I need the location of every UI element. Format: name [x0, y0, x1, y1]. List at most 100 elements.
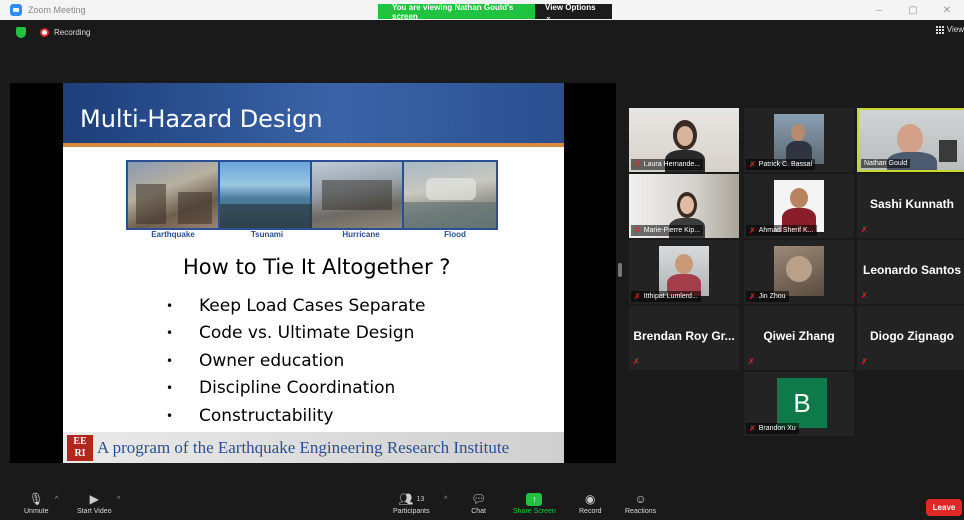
- slide-footer: EE RI A program of the Earthquake Engine…: [63, 432, 564, 463]
- photo-label: Flood: [444, 230, 466, 239]
- participant-tile[interactable]: ✗ Laura Hernande...: [629, 108, 739, 172]
- slide-header: Multi-Hazard Design: [63, 83, 564, 147]
- participant-name-tag: ✗ Brandon Xu: [746, 423, 799, 434]
- video-off-icon: ▶︎: [89, 492, 99, 506]
- participant-tile[interactable]: ✗ Ahmad Sherif K...: [744, 174, 854, 238]
- photo-label: Earthquake: [151, 230, 195, 239]
- footer-text: A program of the Earthquake Engineering …: [97, 437, 510, 457]
- bullet-item: • Owner education: [166, 350, 345, 371]
- bullet-text: Constructability: [199, 405, 334, 426]
- bullet-item: • Code vs. Ultimate Design: [166, 323, 415, 344]
- viewing-banner-text: You are viewing Nathan Gould's screen: [378, 3, 535, 21]
- chat-icon: 💬︎: [471, 492, 487, 506]
- resize-handle[interactable]: [618, 263, 622, 277]
- bullet-item: • Constructability: [166, 405, 334, 426]
- recording-dot-icon: [40, 27, 49, 37]
- participant-tile[interactable]: B ✗ Brandon Xu: [744, 372, 854, 436]
- window-title: Zoom Meeting: [28, 5, 86, 15]
- eeri-logo: EE RI: [67, 434, 93, 461]
- muted-mic-icon: ✗: [861, 291, 868, 300]
- security-shield-icon[interactable]: [16, 26, 26, 38]
- reactions-button[interactable]: ☺ Reactions: [625, 490, 656, 515]
- header-stripe: [63, 143, 564, 147]
- participants-icon: 👥︎ 13: [398, 492, 425, 506]
- view-button[interactable]: View: [935, 25, 964, 34]
- participant-name-tag: Nathan Gould: [861, 159, 911, 168]
- participant-tile[interactable]: Leonardo Santos ✗: [857, 240, 964, 304]
- bullet-text: Code vs. Ultimate Design: [199, 323, 415, 344]
- slide-title: Multi-Hazard Design: [80, 105, 323, 133]
- participant-tile[interactable]: Diogo Zignago ✗: [857, 306, 964, 370]
- muted-mic-icon: ✗: [861, 225, 868, 234]
- audio-options-chevron-icon[interactable]: ^: [55, 496, 58, 503]
- participant-tile[interactable]: Sashi Kunnath ✗: [857, 174, 964, 238]
- start-video-button[interactable]: ▶︎ Start Video: [77, 490, 112, 515]
- unmute-button[interactable]: 🎙︎ Unmute: [24, 490, 49, 515]
- maximize-button[interactable]: ▢: [896, 0, 930, 20]
- participant-name: Sashi Kunnath: [869, 197, 954, 211]
- participant-name-tag: ✗ Jin Zhou: [746, 291, 789, 302]
- share-screen-icon: ↑: [526, 490, 543, 508]
- leave-button[interactable]: Leave: [926, 499, 962, 516]
- participant-tile[interactable]: ✗ Jin Zhou: [744, 240, 854, 304]
- participant-name: Brendan Roy Gr...: [633, 329, 735, 343]
- chat-button[interactable]: 💬︎ Chat: [471, 490, 486, 515]
- participant-tile[interactable]: Brendan Roy Gr... ✗: [629, 306, 739, 370]
- muted-mic-icon: ✗: [749, 226, 756, 235]
- view-options-button[interactable]: View Options ⌄: [535, 3, 612, 21]
- shared-screen[interactable]: Multi-Hazard Design Earthquake Tsunami H…: [10, 83, 616, 463]
- bullet-item: • Discipline Coordination: [166, 378, 396, 399]
- muted-mic-icon: ✗: [748, 357, 755, 366]
- muted-mic-icon: ✗: [634, 226, 641, 235]
- participant-name-tag: ✗ Ahmad Sherif K...: [746, 225, 817, 236]
- participant-name: Qiwei Zhang: [763, 329, 835, 343]
- participant-name-tag: ✗ Itthipat Lumlerd...: [631, 291, 701, 302]
- bullet-item: • Keep Load Cases Separate: [166, 295, 426, 316]
- participant-tile[interactable]: ✗ Marie-Pierre Kip...: [629, 174, 739, 238]
- muted-mic-icon: ✗: [861, 357, 868, 366]
- flood-photo: [404, 162, 496, 228]
- muted-mic-icon: ✗: [633, 357, 640, 366]
- meeting-toolbar: 🎙︎ Unmute ^ ▶︎ Start Video ^ 👥︎ 13 Partic…: [0, 488, 964, 520]
- participant-name-tag: ✗ Patrick C. Bassal: [746, 159, 815, 170]
- earthquake-photo: [128, 162, 220, 228]
- muted-mic-icon: ✗: [634, 160, 641, 169]
- record-button[interactable]: ◉ Record: [579, 490, 602, 515]
- slide-subtitle: How to Tie It Altogether ?: [183, 255, 451, 279]
- record-icon: ◉: [585, 492, 596, 506]
- hazard-photos: [126, 160, 498, 230]
- tsunami-photo: [220, 162, 312, 228]
- participants-button[interactable]: 👥︎ 13 Participants: [393, 490, 430, 515]
- reactions-icon: ☺: [634, 492, 647, 506]
- hurricane-photo: [312, 162, 404, 228]
- muted-mic-icon: ✗: [749, 160, 756, 169]
- bullet-text: Owner education: [199, 350, 345, 371]
- avatar: B: [777, 378, 827, 428]
- muted-mic-icon: ✗: [749, 424, 756, 433]
- bullet-text: Discipline Coordination: [199, 378, 396, 399]
- participant-tile[interactable]: ✗ Itthipat Lumlerd...: [629, 240, 739, 304]
- participant-name-tag: ✗ Marie-Pierre Kip...: [631, 225, 704, 236]
- presentation-slide: Multi-Hazard Design Earthquake Tsunami H…: [63, 83, 564, 463]
- participant-tile[interactable]: ✗ Patrick C. Bassal: [744, 108, 854, 172]
- share-screen-button[interactable]: ↑ Share Screen: [513, 490, 556, 515]
- window-controls: – ▢ ✕: [862, 0, 964, 20]
- video-options-chevron-icon[interactable]: ^: [117, 496, 120, 503]
- participant-tile-active-speaker[interactable]: Nathan Gould: [857, 108, 964, 172]
- photo-labels: Earthquake Tsunami Hurricane Flood: [126, 230, 502, 239]
- muted-mic-icon: ✗: [634, 292, 641, 301]
- participant-name: Leonardo Santos: [862, 263, 961, 277]
- photo-label: Tsunami: [250, 230, 284, 239]
- participant-tile[interactable]: Qiwei Zhang ✗: [744, 306, 854, 370]
- participants-chevron-icon[interactable]: ^: [444, 496, 447, 503]
- close-button[interactable]: ✕: [930, 0, 964, 20]
- viewing-banner: You are viewing Nathan Gould's screen Vi…: [378, 3, 612, 21]
- muted-mic-icon: 🎙︎: [28, 492, 44, 506]
- muted-mic-icon: ✗: [749, 292, 756, 301]
- view-label: View: [946, 25, 964, 34]
- minimize-button[interactable]: –: [862, 0, 896, 20]
- title-bar: Zoom Meeting You are viewing Nathan Goul…: [0, 0, 964, 21]
- participant-name: Diogo Zignago: [870, 329, 954, 343]
- bullet-list: • Keep Load Cases Separate • Code vs. Ulti…: [166, 292, 425, 430]
- status-row: Recording View: [0, 22, 964, 42]
